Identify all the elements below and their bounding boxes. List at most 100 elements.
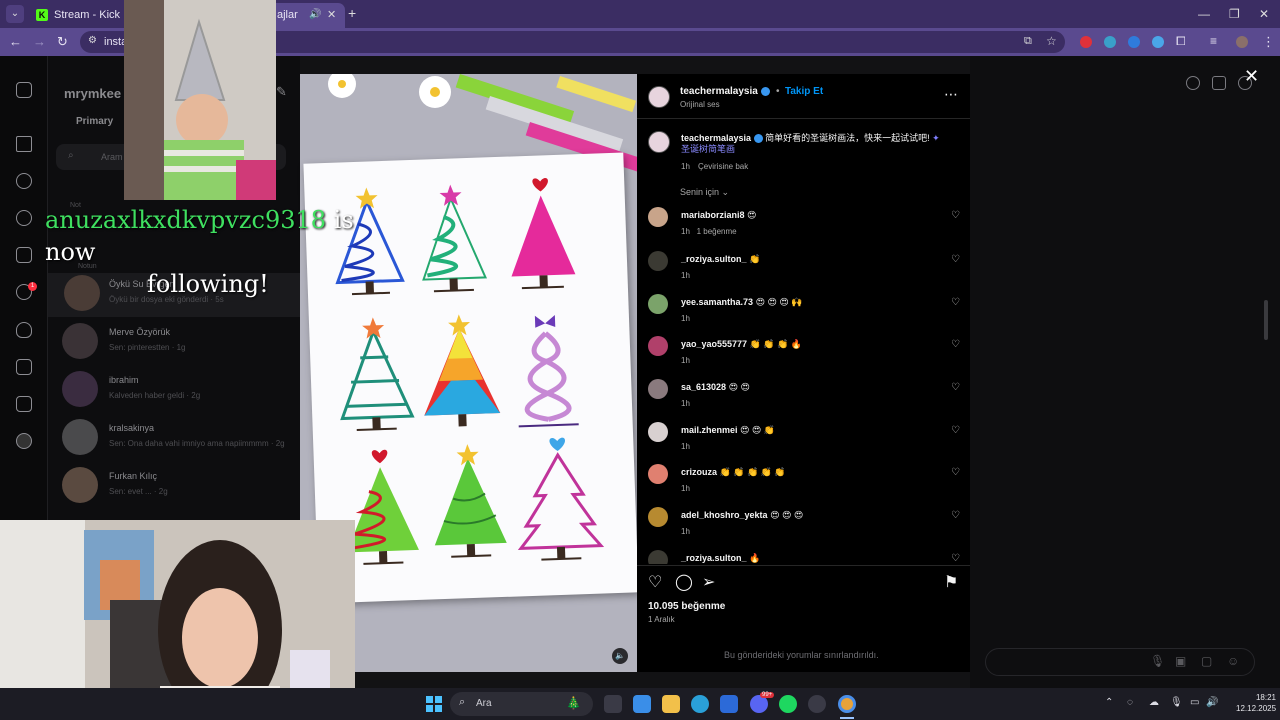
caption-author-avatar[interactable] xyxy=(648,131,670,153)
commenter-avatar[interactable] xyxy=(648,251,668,271)
explore-icon[interactable] xyxy=(16,210,32,226)
restore-button[interactable]: ❐ xyxy=(1229,7,1240,21)
like-comment-icon[interactable]: ♡ xyxy=(951,467,960,478)
gif-icon[interactable]: ▢ xyxy=(1201,654,1212,668)
author-username[interactable]: teachermalaysia xyxy=(680,86,758,97)
extensions-puzzle-icon[interactable]: ⧠ xyxy=(1176,34,1186,49)
share-send-icon[interactable]: ➢ xyxy=(702,572,715,592)
commenter-username[interactable]: _roziya.sulton_ xyxy=(681,553,747,563)
commenter-username[interactable]: sa_613028 xyxy=(681,382,726,392)
commenter-username[interactable]: mail.zhenmei xyxy=(681,425,738,435)
new-tab-button[interactable]: + xyxy=(348,5,356,21)
audio-playing-icon[interactable]: 🔊 xyxy=(309,9,321,20)
like-comment-icon[interactable]: ♡ xyxy=(951,382,960,393)
cast-icon[interactable]: ⧉ xyxy=(1024,35,1032,48)
extension-red-icon[interactable] xyxy=(1080,36,1092,48)
follow-button[interactable]: Takip Et xyxy=(785,86,823,97)
audio-label[interactable]: Orijinal ses xyxy=(680,100,720,109)
likes-count[interactable]: 10.095 beğenme xyxy=(648,601,725,612)
clock[interactable]: 18:21 12.12.2025 xyxy=(1236,692,1276,714)
copilot-icon[interactable] xyxy=(633,695,651,713)
dm-thread[interactable]: Furkan Kılıç Sen: evet ... · 2g xyxy=(62,465,292,509)
task-view-icon[interactable] xyxy=(604,695,622,713)
notifications-heart-icon[interactable] xyxy=(16,322,32,338)
file-explorer-icon[interactable] xyxy=(662,695,680,713)
like-comment-icon[interactable]: ♡ xyxy=(951,210,960,221)
dm-thread[interactable]: ibrahim Kalveden haber geldi · 2g xyxy=(62,369,292,413)
like-comment-icon[interactable]: ♡ xyxy=(951,553,960,564)
commenter-avatar[interactable] xyxy=(648,294,668,314)
media-queue-icon[interactable]: ≡ xyxy=(1210,34,1217,48)
scrollbar[interactable] xyxy=(1264,300,1268,340)
close-modal-icon[interactable]: ✕ xyxy=(1244,66,1259,87)
spotify-icon[interactable] xyxy=(779,695,797,713)
start-windows-icon[interactable] xyxy=(426,696,442,712)
like-comment-icon[interactable]: ♡ xyxy=(951,425,960,436)
bookmark-star-icon[interactable]: ☆ xyxy=(1046,34,1057,48)
author-name[interactable]: teachermalaysia xyxy=(680,86,770,97)
minimize-button[interactable]: — xyxy=(1198,7,1210,21)
compose-icon[interactable]: ✎ xyxy=(276,84,287,100)
like-comment-icon[interactable]: ♡ xyxy=(951,339,960,350)
taskbar-search[interactable]: ⌕ Ara 🎄 xyxy=(450,692,593,716)
reload-button[interactable]: ↻ xyxy=(57,34,68,50)
caption-author[interactable]: teachermalaysia xyxy=(681,133,751,143)
extension-blue-icon[interactable] xyxy=(1128,36,1140,48)
tab-primary[interactable]: Primary xyxy=(76,116,113,127)
search-icon[interactable] xyxy=(16,173,32,189)
commenter-avatar[interactable] xyxy=(648,379,668,399)
store-icon[interactable] xyxy=(720,695,738,713)
forward-button[interactable]: → xyxy=(33,34,46,49)
author-avatar[interactable] xyxy=(648,86,670,108)
dm-thread[interactable]: kralsakinya Sen: Ona daha vahi imniyo am… xyxy=(62,417,292,461)
extension-translate-icon[interactable] xyxy=(1104,36,1116,48)
back-button[interactable]: ← xyxy=(9,34,22,49)
dm-thread[interactable]: Merve Özyörük Sen: pinterestten · 1g xyxy=(62,321,292,365)
commenter-username[interactable]: mariaborziani8 xyxy=(681,210,745,220)
like-comment-icon[interactable]: ♡ xyxy=(951,297,960,308)
profile-avatar[interactable] xyxy=(1236,36,1248,48)
see-translation-link[interactable]: Çevirisine bak xyxy=(698,162,748,171)
obs-icon[interactable] xyxy=(808,695,826,713)
close-window-button[interactable]: ✕ xyxy=(1259,7,1269,21)
tray-display-icon[interactable]: ▭ xyxy=(1190,697,1199,708)
caption-hashtag[interactable]: 圣诞树简笔画 xyxy=(681,144,735,154)
browser-menu-icon[interactable]: ⋮ xyxy=(1262,34,1275,50)
microphone-icon[interactable]: 🎙 xyxy=(1150,654,1165,668)
tray-volume-icon[interactable]: 🔊 xyxy=(1206,697,1218,708)
comment-likes[interactable]: 1 beğenme xyxy=(697,227,737,236)
like-comment-icon[interactable]: ♡ xyxy=(951,510,960,521)
reels-icon[interactable] xyxy=(16,247,32,263)
save-bookmark-icon[interactable]: ⚑ xyxy=(944,572,958,592)
profile-icon[interactable] xyxy=(16,433,32,449)
extension-shield-icon[interactable] xyxy=(1152,36,1164,48)
commenter-avatar[interactable] xyxy=(648,207,668,227)
tab-instagram[interactable]: ajlar 🔊 ✕ xyxy=(265,3,345,28)
video-call-icon[interactable] xyxy=(1212,76,1226,90)
commenter-username[interactable]: adel_khoshro_yekta xyxy=(681,510,768,520)
more-options-icon[interactable]: ⋯ xyxy=(944,86,958,103)
dashboard-icon[interactable] xyxy=(16,396,32,412)
commenter-avatar[interactable] xyxy=(648,422,668,442)
site-info-icon[interactable]: ⚙ xyxy=(88,35,97,46)
image-icon[interactable]: ▣ xyxy=(1175,654,1186,668)
commenter-avatar[interactable] xyxy=(648,550,668,564)
sticker-icon[interactable]: ☺ xyxy=(1227,654,1239,668)
mute-icon[interactable]: 🔈 xyxy=(612,648,628,664)
comment-icon[interactable]: ◯ xyxy=(675,572,693,592)
tray-overflow-icon[interactable]: ⌃ xyxy=(1105,697,1113,708)
commenter-username[interactable]: crizouza xyxy=(681,467,717,477)
tray-onedrive-icon[interactable]: ☁ xyxy=(1149,697,1159,708)
tab-close-icon[interactable]: ✕ xyxy=(327,8,336,21)
commenter-avatar[interactable] xyxy=(648,464,668,484)
tray-app-icon[interactable]: ◌ xyxy=(1127,697,1133,708)
home-icon[interactable] xyxy=(16,136,32,152)
instagram-logo-icon[interactable] xyxy=(16,82,32,98)
phone-icon[interactable] xyxy=(1186,76,1200,90)
commenter-username[interactable]: _roziya.sulton_ xyxy=(681,254,747,264)
commenter-avatar[interactable] xyxy=(648,507,668,527)
edge-icon[interactable] xyxy=(691,695,709,713)
commenter-username[interactable]: yee.samantha.73 xyxy=(681,297,753,307)
like-comment-icon[interactable]: ♡ xyxy=(951,254,960,265)
sort-dropdown[interactable]: Senin için ⌄ xyxy=(680,187,729,198)
